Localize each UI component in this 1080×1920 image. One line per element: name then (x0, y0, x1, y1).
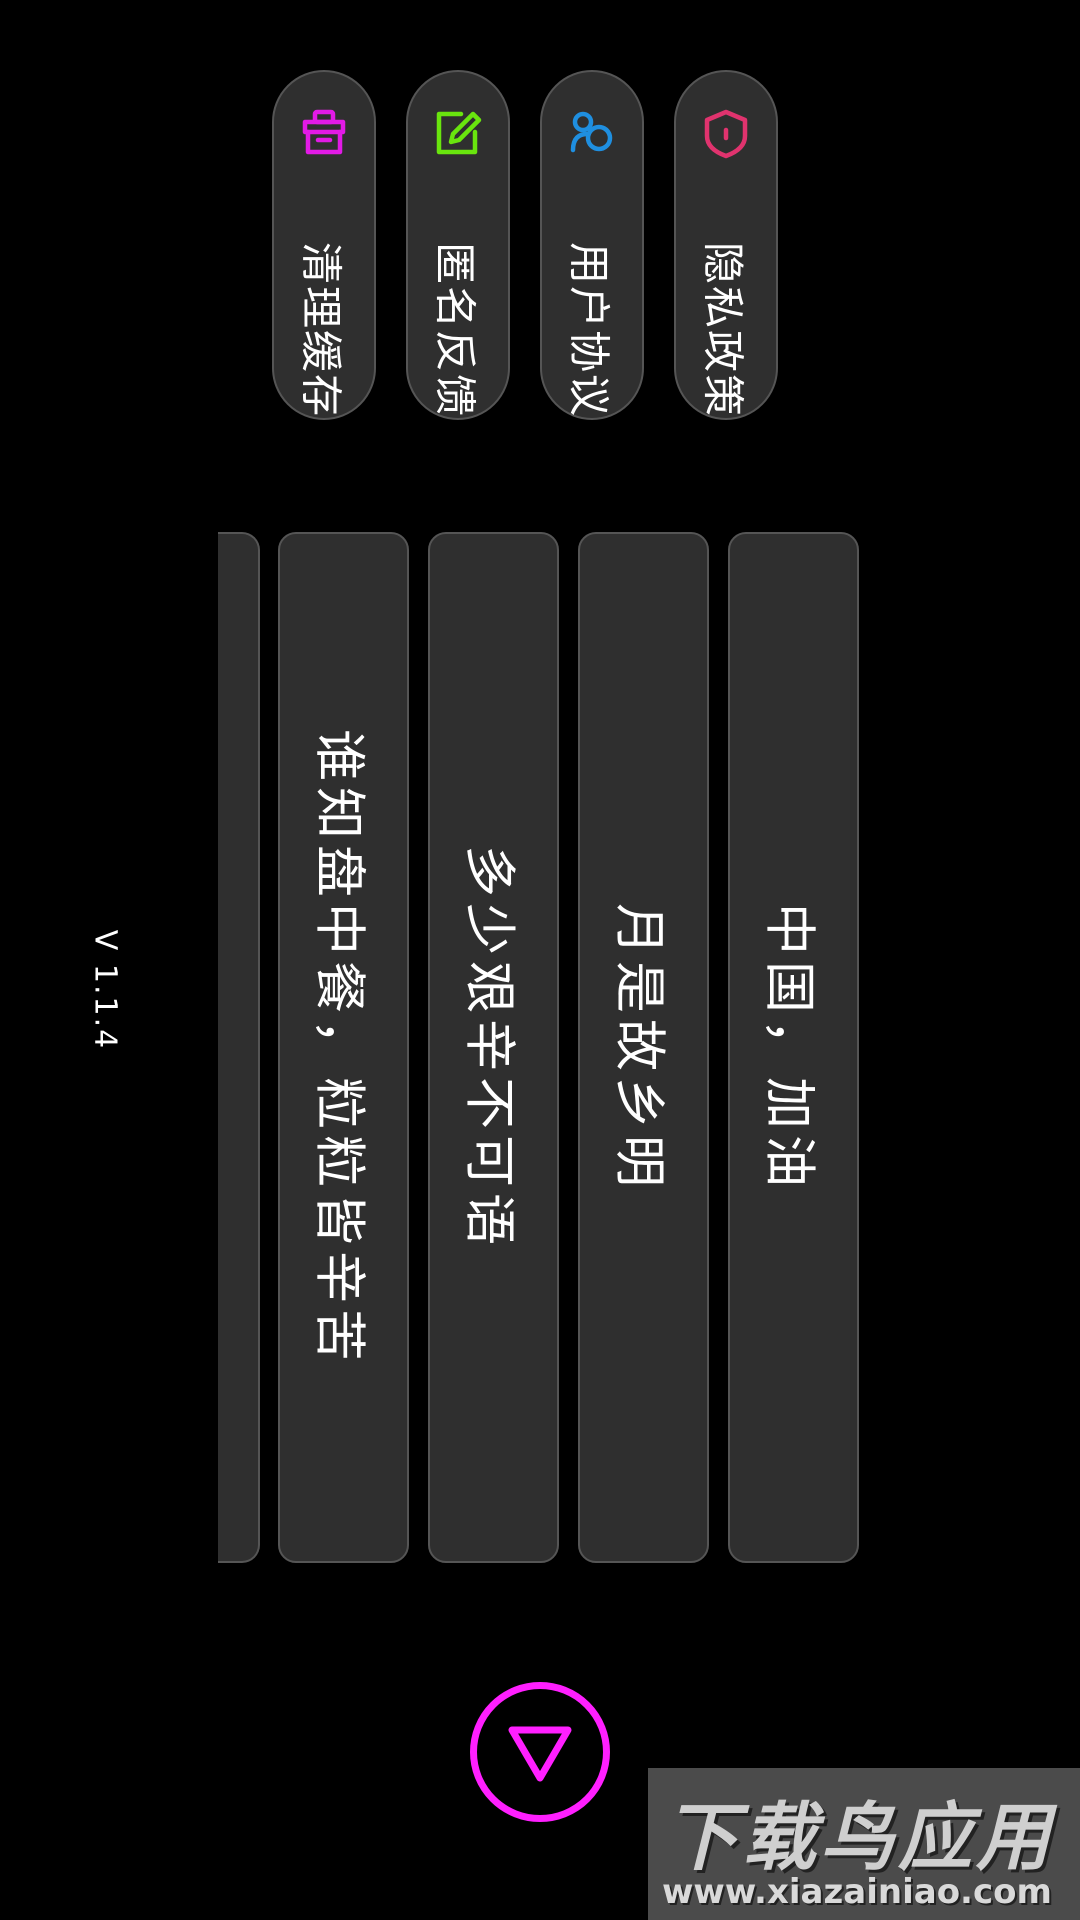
menu-label-anonymous-feedback: 匿名反馈 (430, 241, 480, 419)
watermark-title: 下载鸟应用 (664, 1795, 1054, 1881)
play-triangle-icon (508, 1726, 572, 1782)
card-text: 中国，加油 (758, 902, 818, 1193)
card-text: 多少艰辛不可语 (458, 844, 518, 1251)
quote-card[interactable]: 中国，加油 (728, 532, 859, 1563)
quote-card[interactable]: 谁知盘中餐，粒粒皆辛苦 (278, 532, 409, 1563)
version-label: V 1.1.4 (87, 929, 123, 1051)
anonymous-feedback-button[interactable]: 匿名反馈 (406, 70, 510, 420)
partial-card[interactable] (218, 532, 260, 1563)
privacy-shield-icon (704, 109, 748, 159)
menu-label-privacy-policy: 隐私政策 (698, 241, 748, 419)
watermark: 下载鸟应用 www.xiazainiao.com (648, 1768, 1080, 1920)
edit-feedback-icon (436, 111, 482, 155)
cleaner-icon (302, 109, 346, 155)
menu-label-user-agreement: 用户协议 (564, 241, 614, 419)
app-screen: 清理缓存 匿名反馈 用户协议 隐私政策 谁知盘中餐，粒粒皆辛苦 多少艰辛不可语 … (0, 0, 1080, 1920)
card-text: 月是故乡明 (608, 902, 668, 1193)
user-agreement-button[interactable]: 用户协议 (540, 70, 644, 420)
card-text: 谁知盘中餐，粒粒皆辛苦 (308, 728, 368, 1367)
quote-card[interactable]: 多少艰辛不可语 (428, 532, 559, 1563)
quote-card[interactable]: 月是故乡明 (578, 532, 709, 1563)
clear-cache-button[interactable]: 清理缓存 (272, 70, 376, 420)
privacy-policy-button[interactable]: 隐私政策 (674, 70, 778, 420)
play-button[interactable] (470, 1682, 610, 1822)
watermark-url: www.xiazainiao.com (662, 1872, 1052, 1912)
menu-label-clear-cache: 清理缓存 (296, 241, 346, 419)
users-agreement-icon (570, 111, 613, 153)
